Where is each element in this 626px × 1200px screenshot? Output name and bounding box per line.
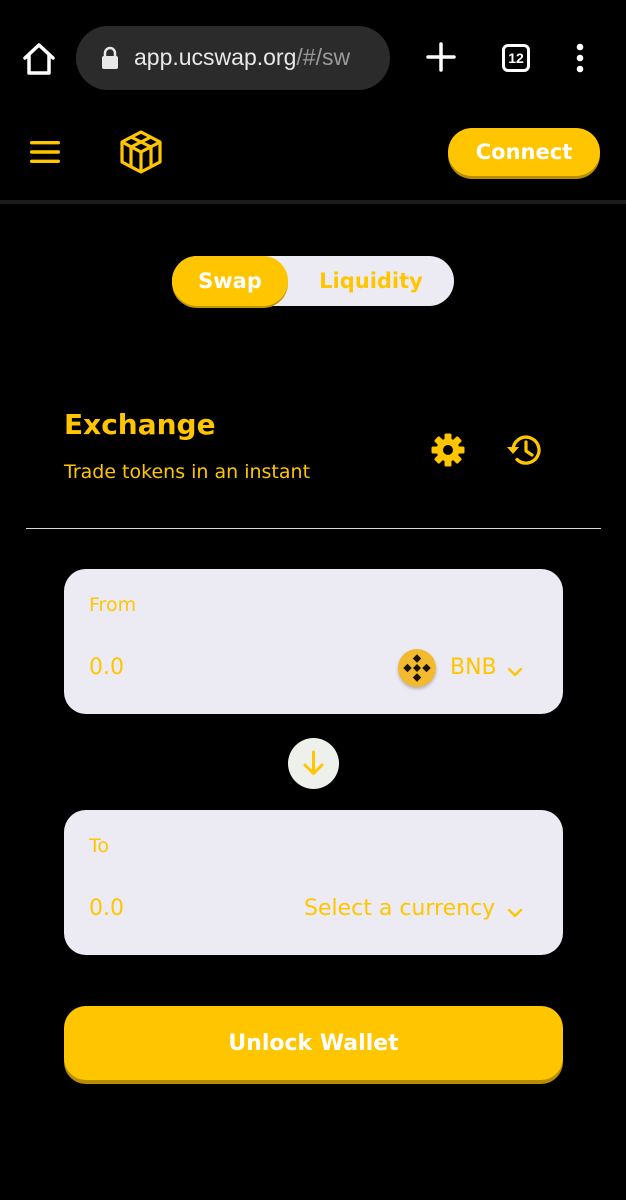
url-domain: app.ucswap.org (134, 44, 297, 70)
to-label: To (89, 835, 110, 857)
from-amount-input[interactable]: 0.0 (89, 655, 124, 680)
ucswap-logo-icon[interactable] (118, 128, 164, 176)
to-token-select[interactable]: Select a currency (304, 896, 495, 921)
history-icon[interactable] (505, 432, 543, 468)
more-vert-icon[interactable] (570, 42, 590, 74)
url-text[interactable]: app.ucswap.org/#/sw (134, 44, 379, 71)
chevron-down-icon[interactable] (507, 903, 523, 918)
header-divider (0, 200, 626, 204)
tab-count: 12 (508, 50, 524, 66)
hamburger-icon[interactable] (30, 140, 60, 164)
page-title: Exchange (64, 408, 216, 441)
section-divider (26, 528, 601, 529)
home-icon[interactable] (20, 40, 58, 78)
from-label: From (89, 594, 137, 616)
unlock-wallet-button[interactable]: Unlock Wallet (64, 1006, 563, 1080)
gear-icon[interactable] (430, 432, 466, 468)
url-path: /#/sw (296, 44, 351, 70)
tabs-count-button[interactable]: 12 (502, 44, 530, 72)
arrow-down-icon (303, 750, 324, 775)
from-card (64, 569, 563, 714)
bnb-icon[interactable] (398, 649, 436, 687)
page-subtitle: Trade tokens in an instant (64, 461, 311, 483)
from-token-select[interactable]: BNB (450, 655, 497, 680)
plus-icon[interactable] (424, 40, 458, 74)
to-card (64, 810, 563, 955)
connect-button[interactable]: Connect (448, 128, 600, 176)
swap-direction-button[interactable] (288, 738, 339, 789)
to-amount-input[interactable]: 0.0 (89, 896, 124, 921)
lock-icon (100, 46, 120, 70)
chevron-down-icon[interactable] (507, 662, 523, 677)
tab-liquidity[interactable]: Liquidity (300, 256, 442, 306)
tab-swap[interactable]: Swap (172, 256, 288, 306)
